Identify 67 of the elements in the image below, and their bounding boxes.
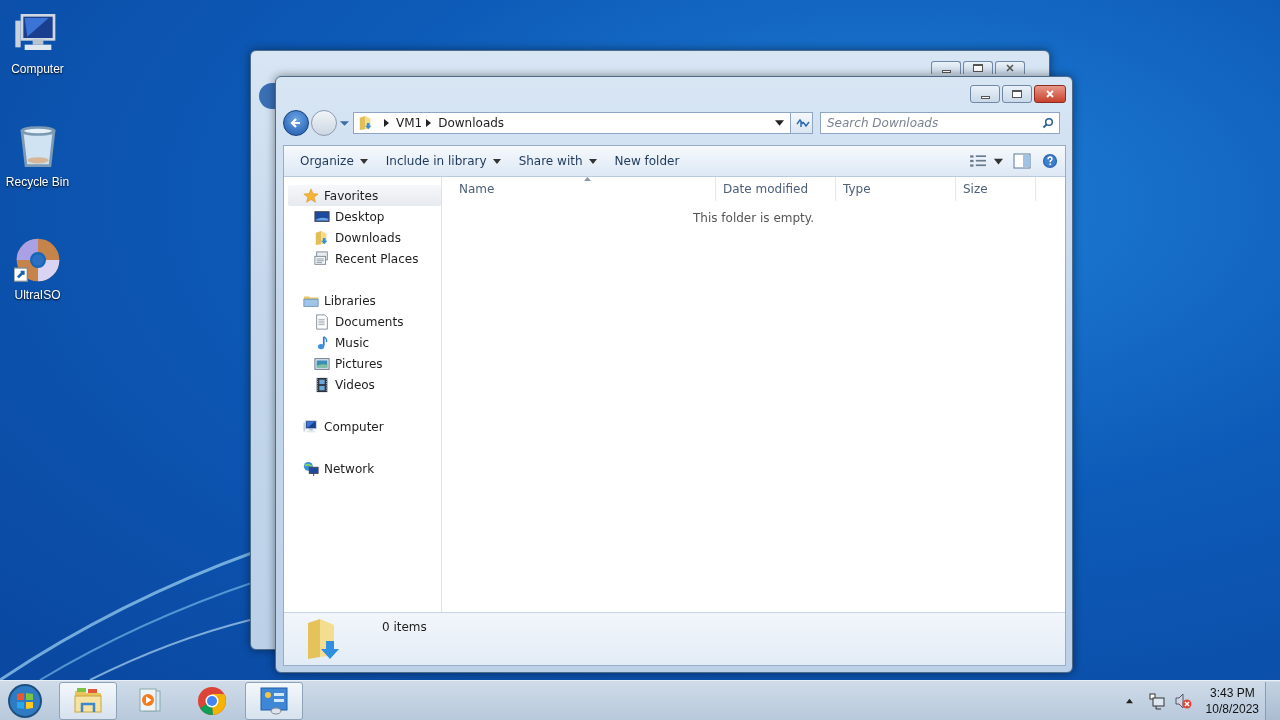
help-button[interactable] <box>1041 153 1059 169</box>
minimize-button[interactable] <box>970 85 1000 103</box>
download-folder-icon <box>314 229 330 246</box>
toolbar-button[interactable]: Organize <box>292 150 376 172</box>
change-view-button[interactable] <box>969 153 1003 169</box>
empty-folder-message: This folder is empty. <box>693 211 814 225</box>
network-globe-icon <box>303 460 319 477</box>
chrome-icon <box>196 684 228 717</box>
taskbar-button[interactable] <box>245 681 303 720</box>
toolbar-button[interactable]: New folder <box>606 150 688 172</box>
document-icon <box>314 313 330 330</box>
clock-date: 10/8/2023 <box>1205 700 1259 717</box>
star-icon <box>303 187 319 204</box>
close-icon <box>1005 63 1015 73</box>
nav-item[interactable]: Libraries <box>284 290 441 311</box>
desktop-icon-label[interactable]: UltraISO <box>14 288 61 302</box>
computer-icon <box>303 418 319 435</box>
nav-item[interactable]: Network <box>284 458 441 479</box>
item-count: 0 items <box>382 620 427 634</box>
back-button[interactable] <box>283 110 309 136</box>
nav-item[interactable]: Downloads <box>284 227 441 248</box>
maximize-button[interactable] <box>963 61 993 74</box>
nav-item[interactable]: Favorites <box>288 185 441 206</box>
recent-places-icon <box>314 250 330 267</box>
refresh-button[interactable] <box>791 112 813 134</box>
close-button[interactable] <box>1034 85 1066 103</box>
taskbar-button[interactable] <box>59 681 117 720</box>
nav-item[interactable]: Documents <box>284 311 441 332</box>
desktop-icon-label[interactable]: Computer <box>11 62 64 76</box>
address-dropdown-caret-icon[interactable] <box>775 120 784 126</box>
network-icon[interactable] <box>1147 691 1166 710</box>
download-folder-icon <box>358 115 374 131</box>
maximize-button[interactable] <box>1002 85 1032 103</box>
clock-time: 3:43 PM <box>1209 684 1255 701</box>
monitor-icon <box>314 208 330 225</box>
nav-item[interactable]: Desktop <box>284 206 441 227</box>
breadcrumb[interactable]: Downloads <box>438 116 505 130</box>
search-field[interactable]: Search Downloads <box>820 112 1060 134</box>
column-header[interactable]: Type <box>836 177 956 201</box>
toolbar-button[interactable]: Share with <box>510 150 605 172</box>
back-button[interactable] <box>259 83 275 109</box>
address-bar[interactable]: VM1 Downloads <box>353 112 791 134</box>
column-header[interactable]: Name <box>452 177 716 201</box>
minimize-button[interactable] <box>931 61 961 74</box>
nav-item[interactable]: Music <box>284 332 441 353</box>
column-header[interactable]: Date modified <box>716 177 836 201</box>
column-header[interactable]: Size <box>956 177 1036 201</box>
nav-item[interactable]: Pictures <box>284 353 441 374</box>
pictures-icon <box>314 355 330 372</box>
close-icon <box>1045 89 1055 99</box>
breadcrumb-arrow-icon[interactable] <box>384 119 389 127</box>
film-icon <box>314 376 330 393</box>
breadcrumb-arrow-icon[interactable] <box>426 119 432 127</box>
recent-pages-caret-icon[interactable] <box>340 119 349 127</box>
close-button[interactable] <box>995 61 1025 74</box>
speaker-muted-icon[interactable] <box>1173 691 1192 710</box>
disc-icon <box>13 236 62 284</box>
clock[interactable]: 3:43 PM 10/8/2023 <box>1205 684 1259 717</box>
nav-item[interactable]: Videos <box>284 374 441 395</box>
control-panel-icon <box>258 684 290 717</box>
search-icon <box>1042 117 1054 129</box>
breadcrumb[interactable]: VM1 <box>396 116 423 130</box>
toolbar-button[interactable]: Include in library <box>377 150 509 172</box>
desktop-icon-label[interactable]: Recycle Bin <box>5 175 70 189</box>
show-hidden-icons-button[interactable] <box>1124 697 1134 704</box>
nav-item[interactable]: Computer <box>284 416 441 437</box>
nav-item[interactable]: Recent Places <box>284 248 441 269</box>
